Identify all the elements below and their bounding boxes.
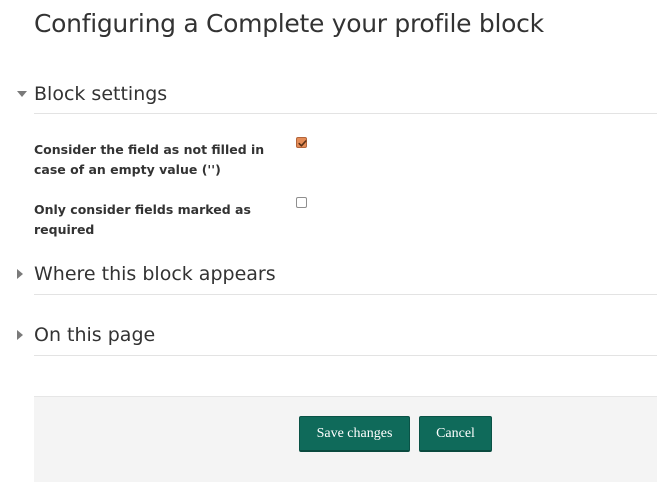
section-on-this-page-label: On this page xyxy=(34,324,156,346)
checkmark-icon xyxy=(298,140,307,147)
empty-value-checkbox[interactable] xyxy=(296,137,307,148)
section-on-this-page-toggle[interactable]: On this page xyxy=(16,315,657,355)
save-changes-button[interactable]: Save changes xyxy=(299,416,410,452)
caret-right-icon xyxy=(16,268,34,280)
section-where-appears-toggle[interactable]: Where this block appears xyxy=(16,254,657,294)
section-divider xyxy=(34,355,657,356)
caret-down-icon xyxy=(16,90,34,98)
cancel-button[interactable]: Cancel xyxy=(419,416,492,452)
page-title: Configuring a Complete your profile bloc… xyxy=(34,9,544,38)
caret-right-icon xyxy=(16,329,34,341)
section-divider xyxy=(34,294,657,295)
required-only-field-label: Only consider fields marked as required xyxy=(34,202,251,237)
empty-value-field-label: Consider the field as not filled in case… xyxy=(34,142,265,177)
required-only-checkbox[interactable] xyxy=(296,197,307,208)
section-divider xyxy=(34,113,657,114)
section-where-appears-label: Where this block appears xyxy=(34,263,276,285)
section-block-settings-label: Block settings xyxy=(34,83,168,105)
section-block-settings-toggle[interactable]: Block settings xyxy=(16,74,657,114)
